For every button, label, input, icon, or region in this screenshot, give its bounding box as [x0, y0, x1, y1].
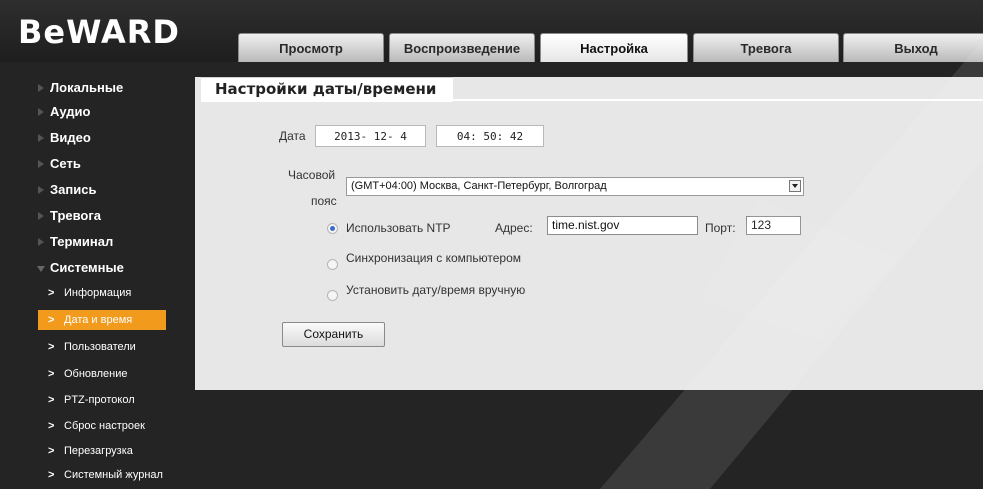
sidebar: Локальные Аудио Видео Сеть Запись Тревог… [0, 62, 195, 489]
chevron-right-icon: > [48, 445, 55, 457]
ntp-label[interactable]: Использовать NTP [346, 221, 451, 235]
triangle-right-icon [38, 134, 44, 142]
tab-playback[interactable]: Воспроизведение [389, 33, 535, 62]
manual-radio[interactable] [327, 290, 338, 301]
triangle-right-icon [38, 238, 44, 246]
page-title-tab: Настройки даты/времени [201, 77, 453, 102]
triangle-right-icon [38, 84, 44, 92]
chevron-right-icon: > [48, 394, 55, 406]
title-underline [453, 99, 983, 101]
sidebar-sub-users[interactable]: > Пользователи [38, 337, 166, 357]
manual-label[interactable]: Установить дату/время вручную [346, 283, 525, 297]
timezone-select[interactable]: (GMT+04:00) Москва, Санкт-Петербург, Вол… [346, 177, 804, 196]
ntp-address-input[interactable]: time.nist.gov [547, 216, 698, 235]
date-label: Дата [279, 129, 306, 143]
sidebar-sub-reset[interactable]: > Сброс настроек [38, 416, 166, 436]
address-label: Адрес: [495, 221, 533, 235]
timezone-label-line1: Часовой [288, 168, 336, 182]
timezone-label-line2: пояс [311, 194, 337, 208]
tab-exit[interactable]: Выход [843, 33, 983, 62]
sidebar-sub-info[interactable]: > Информация [38, 283, 166, 303]
date-field[interactable]: 2013- 12- 4 [315, 125, 426, 147]
chevron-right-icon: > [48, 314, 55, 326]
time-field[interactable]: 04: 50: 42 [436, 125, 544, 147]
header-bar: BeWARD Просмотр Воспроизведение Настройк… [0, 0, 983, 62]
triangle-right-icon [38, 160, 44, 168]
chevron-right-icon: > [48, 368, 55, 380]
triangle-right-icon [38, 212, 44, 220]
port-label: Порт: [705, 221, 736, 235]
ntp-port-input[interactable]: 123 [746, 216, 801, 235]
tab-view[interactable]: Просмотр [238, 33, 384, 62]
triangle-right-icon [38, 108, 44, 116]
settings-panel: Настройки даты/времени Дата 2013- 12- 4 … [195, 77, 983, 390]
sidebar-sub-ptz[interactable]: > PTZ-протокол [38, 390, 166, 410]
beward-logo: BeWARD [18, 13, 180, 51]
sync-pc-label[interactable]: Синхронизация с компьютером [346, 251, 521, 265]
sidebar-sub-datetime[interactable]: > Дата и время [38, 310, 166, 330]
chevron-right-icon: > [48, 420, 55, 432]
sidebar-sub-reboot[interactable]: > Перезагрузка [38, 441, 166, 461]
sidebar-sub-syslog[interactable]: > Системный журнал [38, 465, 166, 485]
sync-pc-radio[interactable] [327, 259, 338, 270]
chevron-right-icon: > [48, 469, 55, 481]
tab-settings[interactable]: Настройка [540, 33, 688, 62]
triangle-right-icon [38, 186, 44, 194]
tab-alarm[interactable]: Тревога [693, 33, 839, 62]
timezone-value: (GMT+04:00) Москва, Санкт-Петербург, Вол… [351, 180, 607, 192]
ntp-radio[interactable] [327, 223, 338, 234]
page-title: Настройки даты/времени [215, 80, 437, 98]
save-button[interactable]: Сохранить [282, 322, 385, 347]
triangle-down-icon [37, 266, 45, 272]
chevron-right-icon: > [48, 341, 55, 353]
chevron-right-icon: > [48, 287, 55, 299]
dropdown-arrow-icon[interactable] [789, 180, 801, 192]
sidebar-sub-update[interactable]: > Обновление [38, 364, 166, 384]
